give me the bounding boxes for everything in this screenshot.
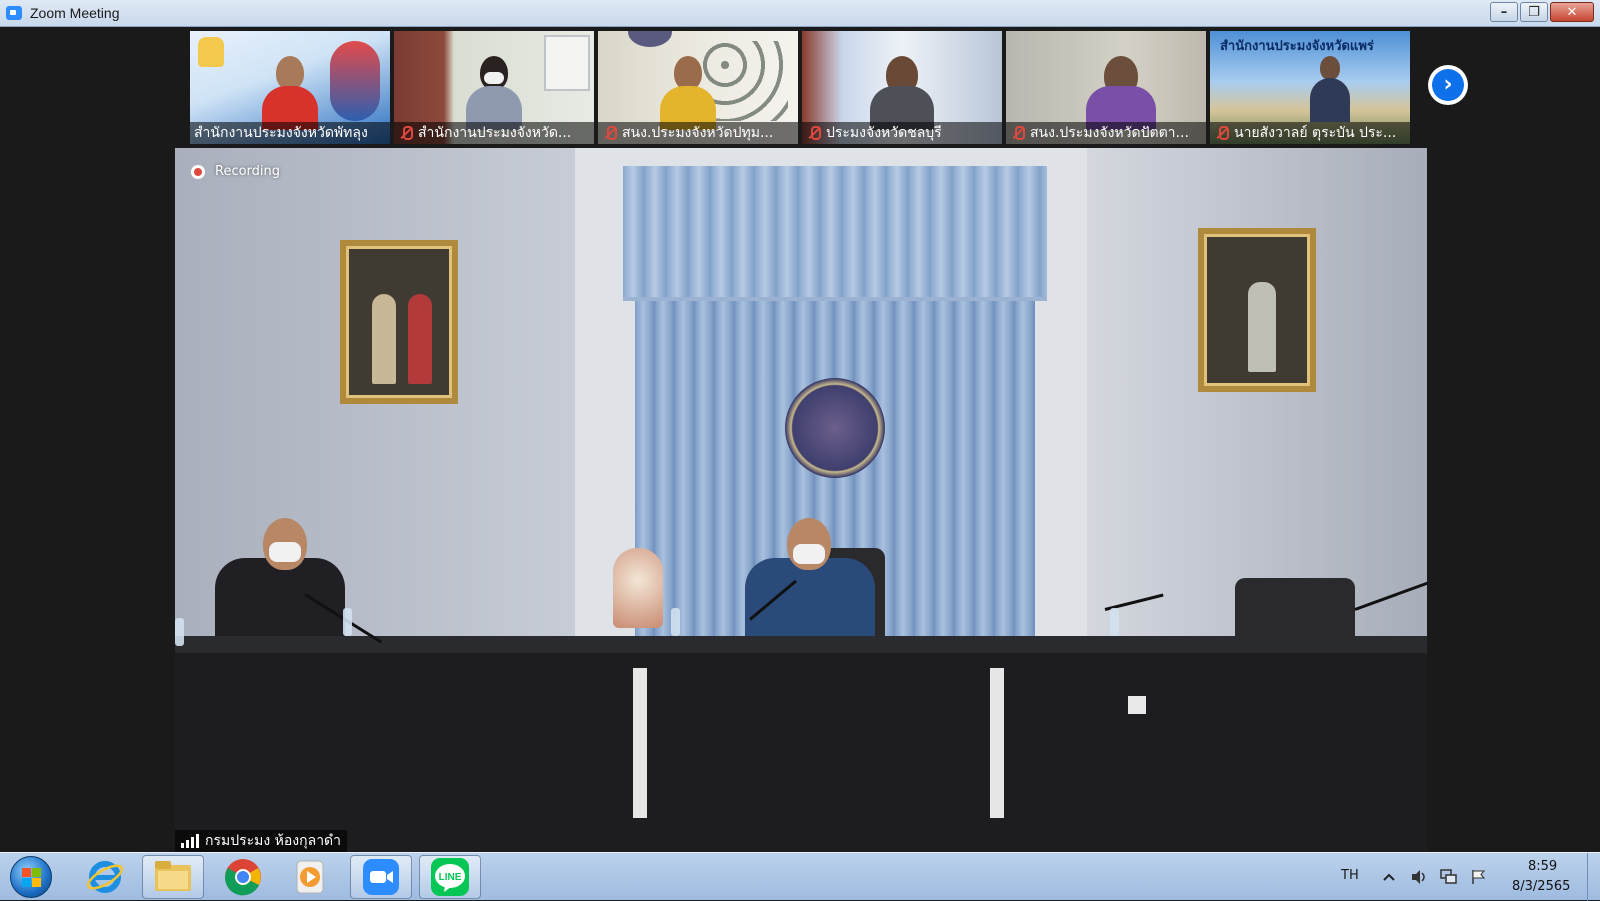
restore-button[interactable]: ❐ <box>1520 2 1548 22</box>
windows-taskbar: LINE TH 8:59 8/3/2565 <box>0 852 1600 901</box>
participant-name: ประมงจังหวัดชลบุรี <box>826 125 942 141</box>
mic-muted-icon <box>1214 125 1230 141</box>
mic-muted-icon <box>398 125 414 141</box>
hand-icon <box>198 37 224 67</box>
show-hidden-icons[interactable] <box>1381 869 1397 885</box>
taskbar-zoom[interactable] <box>350 855 412 899</box>
tile-name-bar: ประมงจังหวัดชลบุรี <box>802 122 1002 144</box>
participant-video <box>660 56 716 130</box>
participant-tile[interactable]: สนง.ประมงจังหวัดปัตตา... <box>1006 31 1206 144</box>
table-light <box>1128 696 1146 714</box>
taskbar-chrome[interactable] <box>212 855 274 899</box>
show-desktop-button[interactable] <box>1587 853 1600 901</box>
participant-name: สำนักงานประมงจังหวัดพัทลุง <box>194 125 368 141</box>
ornament <box>613 548 663 628</box>
next-page-button[interactable]: › <box>1428 65 1468 105</box>
start-button[interactable] <box>10 856 52 898</box>
participant-video <box>870 56 934 130</box>
department-emblem <box>785 378 885 478</box>
tile-name-bar: สนง.ประมงจังหวัดปทุม... <box>598 122 798 144</box>
participant-video <box>262 56 318 130</box>
speaker-name-bar: กรมประมง ห้องกุลาดำ <box>175 830 348 852</box>
curtain-valance <box>623 166 1047 301</box>
window-controls: – ❐ ✕ <box>1488 2 1594 24</box>
water-bottle <box>175 618 184 646</box>
participant-name: สำนักงานประมงจังหวัด... <box>418 125 572 141</box>
chrome-icon <box>225 859 261 896</box>
participant-name: นายสังวาลย์ ตุระบัน ประ... <box>1234 125 1397 141</box>
logo-graphic <box>330 41 380 121</box>
signal-strength-icon <box>181 834 199 848</box>
speaker-icon <box>1412 870 1425 884</box>
portrait-frame <box>340 240 458 404</box>
participant-video <box>466 56 522 130</box>
speaker-name: กรมประมง ห้องกุลาดำ <box>205 833 342 849</box>
background-banner-text: สำนักงานประมงจังหวัดแพร่ <box>1220 39 1374 54</box>
tile-name-bar: สนง.ประมงจังหวัดปัตตา... <box>1006 122 1206 144</box>
media-player-icon <box>296 860 324 894</box>
close-icon: ✕ <box>1566 4 1578 20</box>
chevron-up-icon <box>1383 873 1395 881</box>
volume-button[interactable] <box>1410 869 1426 885</box>
clock-time[interactable]: 8:59 <box>1528 859 1557 874</box>
participant-tile[interactable]: สำนักงานประมงจังหวัดพัทลุง <box>190 31 390 144</box>
action-center-button[interactable] <box>1470 869 1486 885</box>
taskbar-line[interactable]: LINE <box>419 855 481 899</box>
recording-label: Recording <box>215 164 281 179</box>
water-bottle <box>343 608 352 636</box>
participant-tile[interactable]: สนง.ประมงจังหวัดปทุม... <box>598 31 798 144</box>
meeting-area: สำนักงานประมงจังหวัดพัทลุง สำนักงานประมง… <box>0 28 1600 852</box>
water-bottle <box>1110 608 1119 636</box>
network-icon <box>1440 869 1457 884</box>
mic-muted-icon <box>806 125 822 141</box>
portrait-frame <box>1198 228 1316 392</box>
taskbar-internet-explorer[interactable] <box>74 855 136 899</box>
clock-date[interactable]: 8/3/2565 <box>1512 879 1570 894</box>
participant-name: สนง.ประมงจังหวัดปัตตา... <box>1030 125 1189 141</box>
tile-name-bar: สำนักงานประมงจังหวัด... <box>394 122 594 144</box>
mic-muted-icon <box>1010 125 1026 141</box>
participant-name: สนง.ประมงจังหวัดปทุม... <box>622 125 774 141</box>
participant-tile[interactable]: ประมงจังหวัดชลบุรี <box>802 31 1002 144</box>
mic-muted-icon <box>602 125 618 141</box>
minimize-button[interactable]: – <box>1490 2 1518 22</box>
window-titlebar: Zoom Meeting – ❐ ✕ <box>0 0 1600 27</box>
recording-dot-icon <box>191 164 205 179</box>
table-post <box>990 668 1004 818</box>
board-graphic <box>544 35 590 91</box>
chevron-right-icon: › <box>1432 69 1464 101</box>
language-indicator[interactable]: TH <box>1341 868 1359 883</box>
network-button[interactable] <box>1440 869 1457 885</box>
table <box>175 653 1427 852</box>
taskbar-file-explorer[interactable] <box>142 855 204 899</box>
zoom-app-icon <box>6 6 22 20</box>
zoom-icon <box>363 859 399 895</box>
active-speaker-video[interactable]: Recording กรมประมง ห้องกุลาดำ <box>175 148 1427 852</box>
file-explorer-icon <box>155 861 191 891</box>
restore-icon: ❐ <box>1528 4 1540 20</box>
participant-strip: สำนักงานประมงจังหวัดพัทลุง สำนักงานประมง… <box>190 31 1410 144</box>
line-icon-label: LINE <box>439 872 462 883</box>
participant-tile[interactable]: สำนักงานประมงจังหวัด... <box>394 31 594 144</box>
participant-video <box>1310 56 1350 126</box>
participant-video <box>1086 56 1156 130</box>
participant-tile[interactable]: สำนักงานประมงจังหวัดแพร่ นายสังวาลย์ ตุร… <box>1210 31 1410 144</box>
tile-name-bar: สำนักงานประมงจังหวัดพัทลุง <box>190 122 390 144</box>
tile-name-bar: นายสังวาลย์ ตุระบัน ประ... <box>1210 122 1410 144</box>
recording-indicator: Recording <box>191 164 280 179</box>
line-icon: LINE <box>431 858 469 896</box>
minimize-icon: – <box>1500 4 1508 20</box>
windows-start-icon <box>22 868 42 888</box>
internet-explorer-icon <box>86 861 124 893</box>
window-title: Zoom Meeting <box>30 5 120 21</box>
table-post <box>633 668 647 818</box>
water-bottle <box>671 608 680 636</box>
flag-icon <box>1472 870 1486 884</box>
close-button[interactable]: ✕ <box>1550 2 1594 22</box>
taskbar-media-player[interactable] <box>280 855 342 899</box>
